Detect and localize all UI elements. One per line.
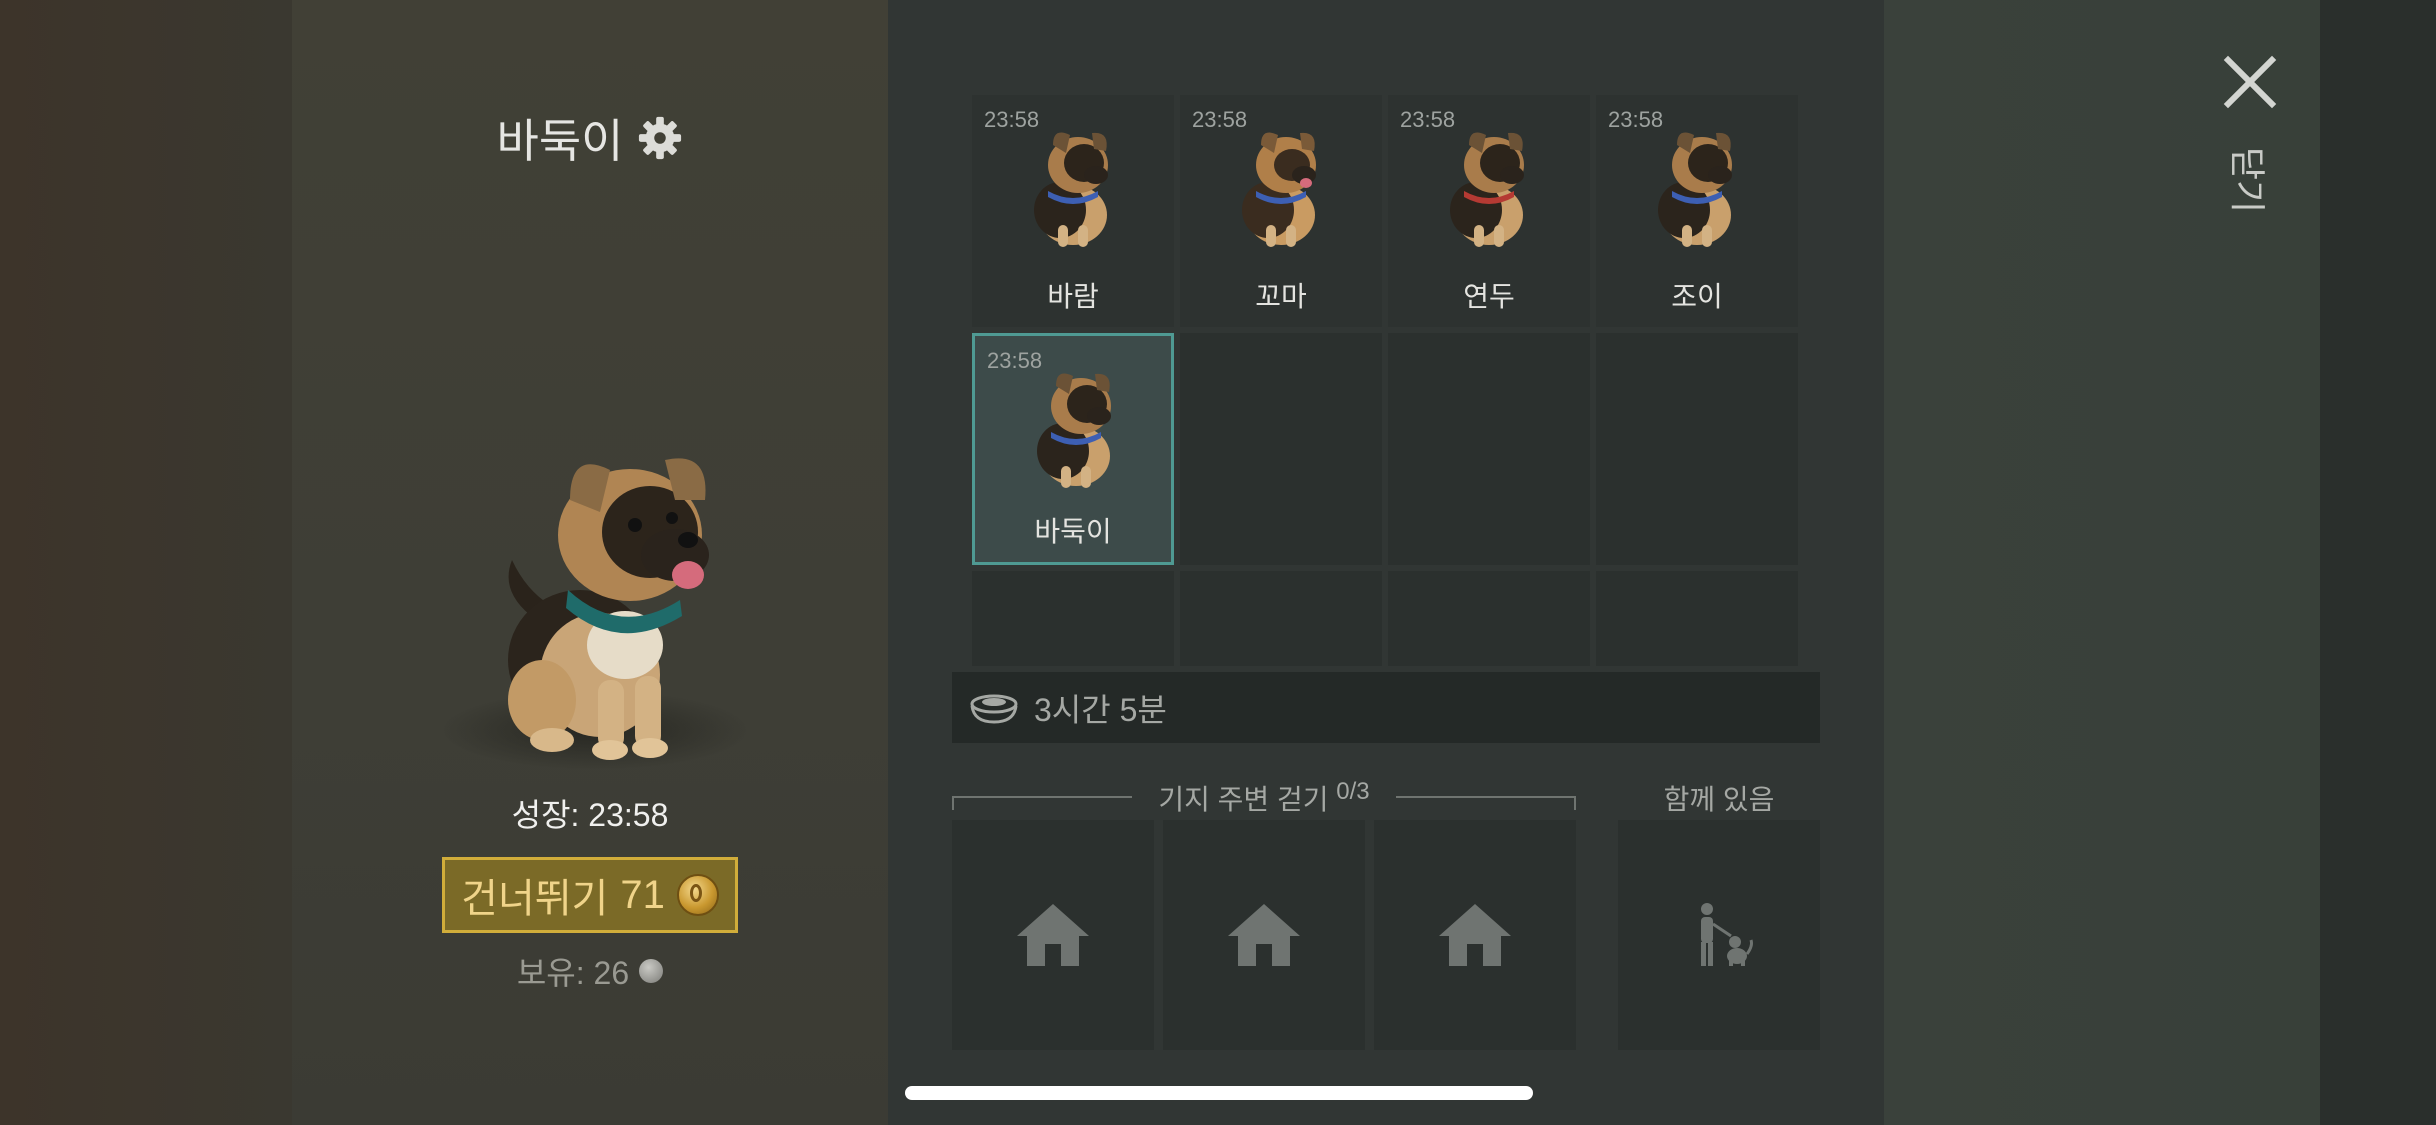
companion-slot[interactable] <box>1618 820 1820 1050</box>
with-section-header: 함께 있음 <box>1663 784 1775 815</box>
pet-slot[interactable]: 23:58 바람 <box>972 95 1174 327</box>
walk-slot[interactable] <box>1374 820 1576 1050</box>
background-left <box>0 0 292 1125</box>
empty-pet-slot <box>1388 333 1590 565</box>
walk-count: 0/3 <box>1336 778 1370 805</box>
skip-cost: 71 <box>620 872 665 917</box>
pet-name: 바람 <box>1047 281 1099 312</box>
house-icon <box>1439 904 1511 966</box>
food-status-bar: 3시간 5분 <box>952 672 1820 743</box>
empty-pet-slot <box>1180 571 1382 666</box>
walk-section-header: 기지 주변 걷기 0/3 <box>952 778 1576 818</box>
pet-title: 바둑이 <box>292 100 888 176</box>
food-bowl-icon <box>970 694 1018 724</box>
walk-slot[interactable] <box>1163 820 1365 1050</box>
empty-pet-slot <box>1388 571 1590 666</box>
puppy-icon <box>1034 132 1108 247</box>
food-time-left: 3시간 5분 <box>1034 691 1167 728</box>
puppy-icon <box>1450 132 1524 247</box>
puppy-icon <box>1658 132 1732 247</box>
owned-text: 보유: 26 <box>516 955 630 991</box>
close-button[interactable] <box>2220 52 2280 112</box>
home-indicator[interactable] <box>905 1086 1533 1100</box>
gear-icon[interactable] <box>637 115 683 161</box>
pet-slot[interactable]: 23:58 연두 <box>1388 95 1590 327</box>
puppy-icon <box>1037 373 1111 488</box>
pet-name: 조이 <box>1671 281 1723 312</box>
house-icon <box>1017 904 1089 966</box>
pet-slot-selected[interactable]: 23:58 바둑이 <box>972 333 1174 565</box>
gold-coin-icon <box>676 874 719 916</box>
person-with-dog-icon <box>1701 903 1753 966</box>
pet-name: 꼬마 <box>1255 281 1307 312</box>
pet-slot[interactable]: 23:58 꼬마 <box>1180 95 1382 327</box>
close-icon <box>2223 55 2277 109</box>
background-edge <box>2320 0 2436 1125</box>
puppy-portrait <box>508 458 709 760</box>
pet-name: 바둑이 <box>496 115 624 167</box>
puppy-icon <box>1242 132 1316 247</box>
silver-coin-icon <box>639 959 664 983</box>
empty-pet-slot <box>1180 333 1382 565</box>
skip-button[interactable]: 건너뛰기 71 <box>442 857 738 933</box>
house-icon <box>1228 904 1300 966</box>
walk-title: 기지 주변 걷기 <box>1158 784 1329 815</box>
empty-pet-slot <box>972 571 1174 666</box>
close-label[interactable]: 닫기 <box>2210 140 2290 220</box>
empty-pet-slot <box>1596 571 1798 666</box>
pet-slot[interactable]: 23:58 조이 <box>1596 95 1798 327</box>
walk-label: 기지 주변 걷기 0/3 <box>952 778 1576 818</box>
pet-name: 바둑이 <box>1034 516 1112 547</box>
owned-currency: 보유: 26 <box>292 948 888 994</box>
skip-label: 건너뛰기 <box>461 877 609 921</box>
walk-slot[interactable] <box>952 820 1154 1050</box>
pet-name: 연두 <box>1463 281 1515 312</box>
growth-timer: 성장: 23:58 <box>511 797 669 833</box>
empty-pet-slot <box>1596 333 1798 565</box>
